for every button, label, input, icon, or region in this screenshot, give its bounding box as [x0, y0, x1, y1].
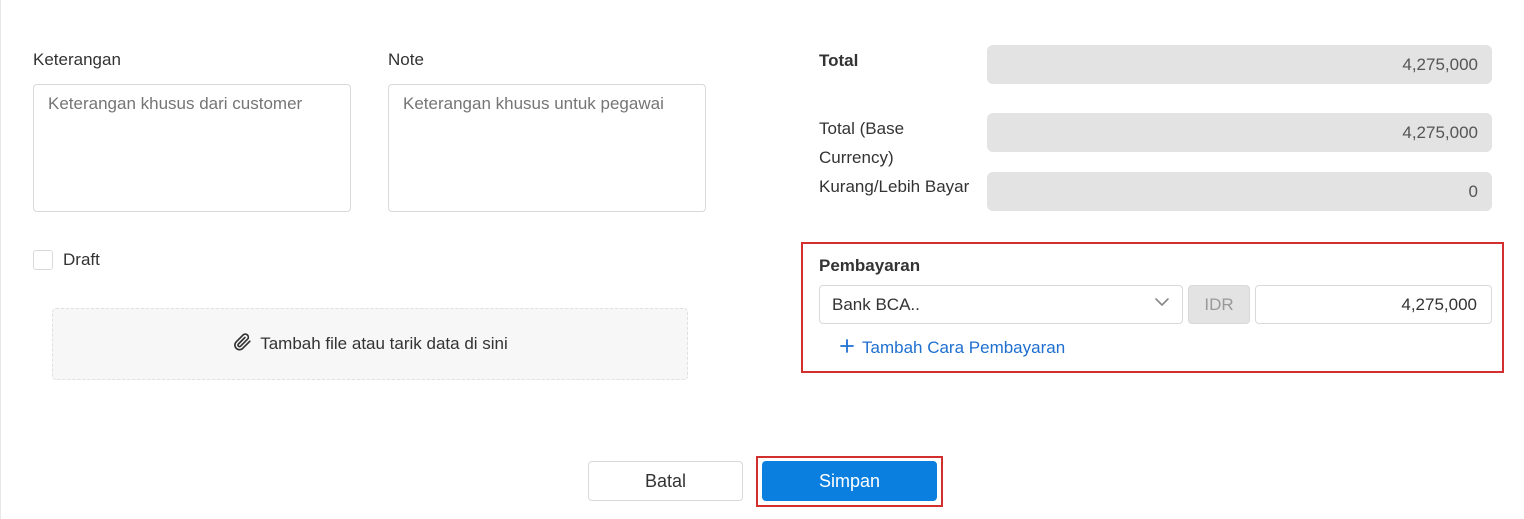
- total-value-field: 4,275,000: [987, 45, 1492, 84]
- payment-currency-value: IDR: [1204, 294, 1234, 314]
- add-payment-method-label: Tambah Cara Pembayaran: [862, 338, 1066, 357]
- payment-title: Pembayaran: [819, 256, 921, 275]
- total-base-label-line2: Currency): [819, 148, 894, 167]
- file-dropzone[interactable]: Tambah file atau tarik data di sini: [52, 308, 688, 380]
- total-value: 4,275,000: [1402, 54, 1478, 74]
- page-left-border: [0, 0, 1, 519]
- draft-label: Draft: [63, 250, 100, 269]
- save-button[interactable]: Simpan: [762, 461, 937, 501]
- total-base-label: Total (Base Currency): [819, 114, 904, 172]
- kurang-lebih-label: Kurang/Lebih Bayar: [819, 177, 970, 196]
- paperclip-icon: [232, 332, 252, 357]
- payment-currency: IDR: [1188, 285, 1250, 324]
- total-base-value: 4,275,000: [1402, 122, 1478, 142]
- payment-amount-value: 4,275,000: [1401, 294, 1477, 314]
- save-button-label: Simpan: [818, 470, 881, 491]
- total-base-label-line1: Total (Base: [819, 119, 905, 138]
- keterangan-label: Keterangan: [33, 50, 121, 69]
- note-textarea[interactable]: [388, 84, 706, 212]
- payment-amount-input[interactable]: 4,275,000: [1255, 285, 1492, 324]
- payment-method-select[interactable]: Bank BCA..: [819, 285, 1183, 324]
- cancel-button-label: Batal: [644, 470, 687, 491]
- payment-method-value: Bank BCA..: [832, 294, 920, 314]
- keterangan-textarea[interactable]: [33, 84, 351, 212]
- kurang-lebih-value: 0: [1468, 181, 1478, 201]
- draft-checkbox[interactable]: [33, 250, 53, 270]
- kurang-lebih-value-field: 0: [987, 172, 1492, 211]
- note-label: Note: [388, 50, 424, 69]
- cancel-button[interactable]: Batal: [588, 461, 743, 501]
- plus-icon: [840, 338, 854, 358]
- total-label: Total: [819, 51, 859, 70]
- total-base-value-field: 4,275,000: [987, 113, 1492, 152]
- chevron-down-icon: [1154, 294, 1170, 315]
- add-payment-method-link[interactable]: Tambah Cara Pembayaran: [840, 338, 1065, 358]
- dropzone-label: Tambah file atau tarik data di sini: [260, 334, 508, 353]
